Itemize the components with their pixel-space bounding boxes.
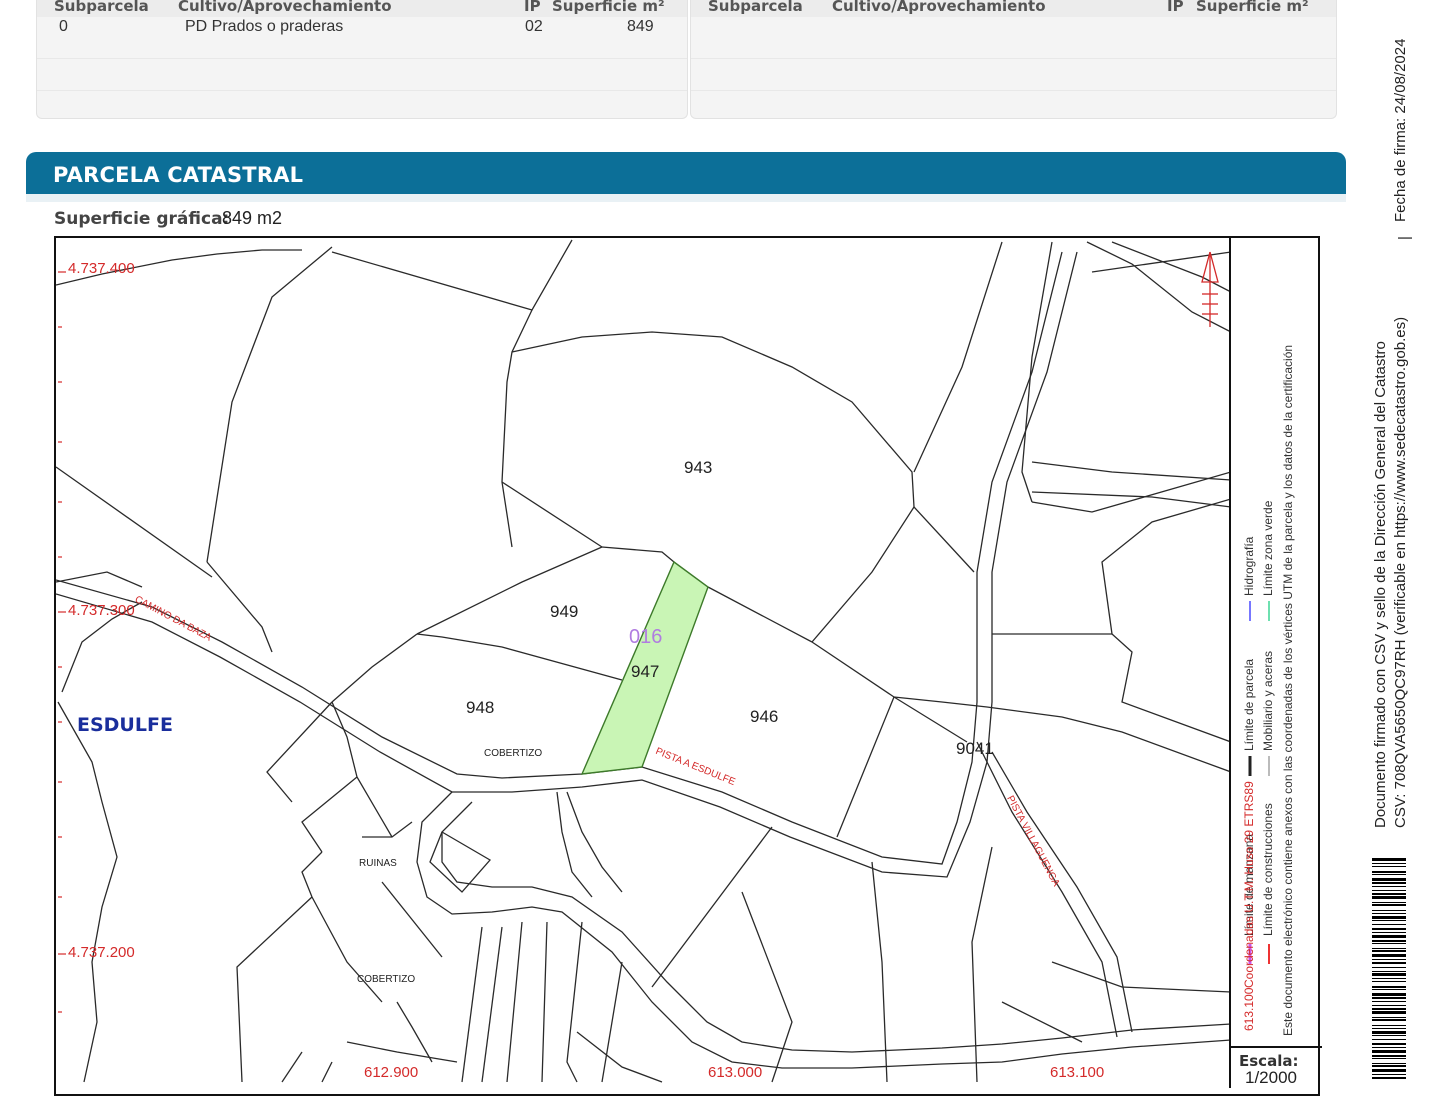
parcel-number[interactable]: 943 bbox=[684, 458, 712, 478]
coord-y-bottom: 4.737.200 bbox=[68, 944, 135, 961]
legend-item-hidrografia: Hidrografía bbox=[1242, 536, 1256, 596]
north-arrow-icon bbox=[1201, 251, 1219, 327]
coord-y-top: 4.737.400 bbox=[68, 260, 135, 277]
scale-value: 1/2000 bbox=[1245, 1068, 1297, 1087]
section-title: PARCELA CATASTRAL bbox=[53, 163, 304, 187]
cell-cultivo: PD Prados o praderas bbox=[185, 18, 344, 35]
surface-value: 849 m2 bbox=[222, 208, 283, 228]
coordinate-ticks bbox=[58, 271, 66, 1013]
cadastral-map[interactable]: 4.737.400 4.737.300 4.737.200 612.900 61… bbox=[54, 236, 1320, 1096]
legend-coord-x: 613.100 bbox=[1242, 987, 1256, 1031]
parcel-number[interactable]: 948 bbox=[466, 698, 494, 718]
col-header-subparcela: Subparcela bbox=[708, 0, 803, 15]
parcel-number[interactable]: 9041 bbox=[956, 739, 994, 759]
coord-x-3: 613.100 bbox=[1050, 1064, 1105, 1081]
polygon-number: 016 bbox=[629, 626, 663, 648]
legend-item-mobiliario: Mobiliario y aceras bbox=[1261, 650, 1275, 751]
col-header-superficie: Superficie m² bbox=[1196, 0, 1309, 15]
legend-coords-note: Coordenadas U.T.M. Huso 29 ETRS89 bbox=[1242, 781, 1256, 988]
col-header-ip: IP bbox=[1167, 0, 1184, 15]
cell-ip: 02 bbox=[525, 18, 543, 35]
parcel-number[interactable]: 949 bbox=[550, 602, 578, 622]
signature-document-line: Documento firmado con CSV y sello de la … bbox=[1372, 341, 1389, 828]
parcel-number-selected[interactable]: 947 bbox=[631, 662, 659, 682]
legend-annex-note: Este documento electrónico contiene anex… bbox=[1281, 344, 1295, 1036]
legend-item-parcela: Límite de parcela bbox=[1242, 658, 1256, 751]
cell-superficie: 849 bbox=[627, 18, 654, 35]
parcel-number[interactable]: 946 bbox=[750, 707, 778, 727]
section-header: PARCELA CATASTRAL bbox=[26, 152, 1346, 194]
signature-date: Fecha de firma: 24/08/2024 bbox=[1392, 38, 1409, 222]
legend-item-zona-verde: Límite zona verde bbox=[1261, 500, 1275, 596]
row-divider bbox=[691, 58, 1336, 59]
row-divider bbox=[691, 90, 1336, 91]
scale-box: Escala: 1/2000 bbox=[1229, 1046, 1322, 1088]
place-name: ESDULFE bbox=[77, 714, 173, 736]
row-divider bbox=[37, 90, 687, 91]
col-header-cultivo: Cultivo/Aprovechamiento bbox=[178, 0, 392, 15]
section-underline bbox=[26, 194, 1346, 202]
legend-item-construcciones: Límite de construcciones bbox=[1261, 803, 1275, 936]
coord-x-2: 613.000 bbox=[708, 1064, 763, 1081]
building-label: COBERTIZO bbox=[484, 748, 543, 759]
surface-label: Superficie gráfica: bbox=[54, 209, 230, 229]
crops-table-right: Subparcela Cultivo/Aprovechamiento IP Su… bbox=[690, 0, 1337, 119]
coord-x-1: 612.900 bbox=[364, 1064, 419, 1081]
barcode-icon bbox=[1372, 858, 1406, 1079]
cell-subparcela: 0 bbox=[59, 18, 68, 35]
map-legend: Límite de manzana Límite de parcela Hidr… bbox=[1229, 236, 1322, 1046]
building-label: COBERTIZO bbox=[357, 974, 416, 985]
building-label: RUINAS bbox=[359, 858, 397, 869]
signature-separator: | bbox=[1396, 236, 1413, 240]
col-header-ip: IP bbox=[524, 0, 541, 15]
col-header-subparcela: Subparcela bbox=[54, 0, 149, 15]
col-header-cultivo: Cultivo/Aprovechamiento bbox=[832, 0, 1046, 15]
crops-table-left: Subparcela Cultivo/Aprovechamiento IP Su… bbox=[36, 0, 688, 119]
signature-csv-line: CSV: 708QVA5650QC97RH (verificable en ht… bbox=[1392, 316, 1409, 828]
col-header-superficie: Superficie m² bbox=[552, 0, 665, 15]
row-divider bbox=[37, 58, 687, 59]
coord-y-mid: 4.737.300 bbox=[68, 602, 135, 619]
